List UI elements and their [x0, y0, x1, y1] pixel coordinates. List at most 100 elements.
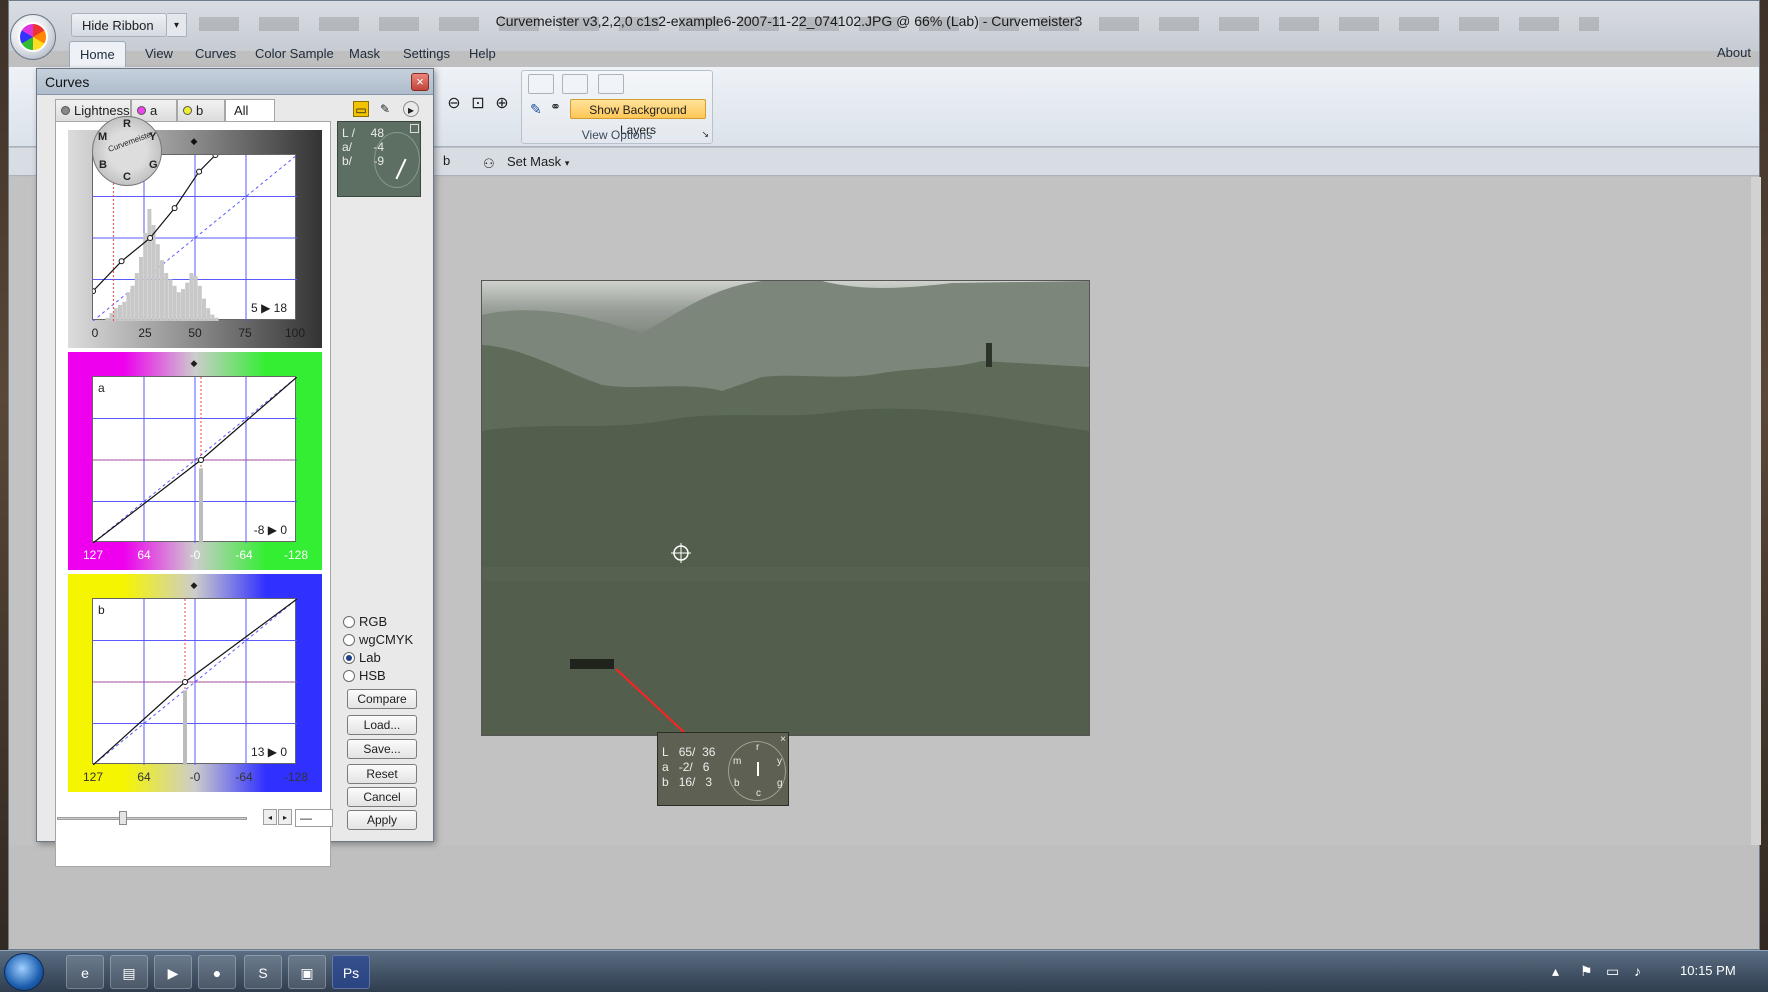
volume-icon[interactable]: ♪ [1634, 963, 1641, 979]
tab-help[interactable]: Help [459, 41, 506, 67]
curvemeister-color-wheel[interactable]: R Y G C B M Curvemeister [92, 116, 162, 186]
network-icon[interactable]: ▭ [1606, 963, 1619, 980]
compare-button[interactable]: Compare [347, 689, 417, 709]
tab-home[interactable]: Home [69, 41, 126, 67]
dial-letter: b [734, 778, 740, 789]
readout-l-row: L /48 [342, 126, 384, 140]
close-icon[interactable]: × [780, 734, 786, 745]
radio-circle [343, 634, 355, 646]
curves-title-bar[interactable]: Curves × [37, 69, 433, 95]
b-curve-graph: ◆ b 13 ▶ 0 127 64 -0 -64 -128 [68, 574, 322, 792]
tab-curves[interactable]: Curves [185, 41, 246, 67]
tab-b-label: b [196, 103, 204, 118]
axis-tick: 75 [238, 326, 252, 340]
axis-tick: -64 [235, 770, 253, 784]
flag-icon[interactable]: ⚑ [1580, 963, 1593, 980]
reset-button[interactable]: Reset [347, 764, 417, 784]
histogram-bar [206, 308, 211, 321]
sample-a-label: a [662, 760, 669, 774]
histogram-bar [197, 285, 202, 321]
spin-left-icon[interactable]: ◂ [263, 809, 277, 825]
load-button[interactable]: Load... [347, 715, 417, 735]
tab-view[interactable]: View [135, 41, 183, 67]
app-orb-icon[interactable] [10, 14, 56, 60]
wheel-letter: M [98, 131, 108, 143]
zoom-group: ⊖ ⊡ ⊕ [441, 67, 519, 141]
lightness-out: 18 [273, 301, 287, 315]
layer-view-icon[interactable] [528, 74, 554, 94]
folder-icon[interactable]: ▭ [353, 101, 369, 117]
curves-panel: ◆ 5 ▶ 18 0 25 50 75 100 R Y G C B M Curv… [55, 116, 331, 867]
tab-color-sample[interactable]: Color Sample [245, 41, 344, 67]
tab-b[interactable]: b [177, 99, 225, 121]
histogram-bar [126, 292, 131, 321]
histogram-bar [199, 468, 203, 543]
ie-icon[interactable]: e [66, 955, 104, 989]
start-button-icon[interactable] [4, 953, 44, 991]
set-mask-button[interactable]: ⚇ Set Mask ▾ [481, 151, 573, 173]
histogram-bar [193, 276, 198, 321]
eyedropper-icon[interactable]: ✎ [530, 101, 546, 117]
window-icon[interactable]: ▣ [288, 955, 326, 989]
zoom-fit-icon[interactable]: ⊡ [467, 93, 489, 115]
tab-all[interactable]: All [225, 99, 275, 123]
media-player-icon[interactable]: ▶ [154, 955, 192, 989]
dial-letter: c [756, 788, 761, 799]
slider-value-field[interactable]: — [295, 809, 333, 827]
b-channel-name: b [98, 603, 105, 617]
top-arrow-icon[interactable]: ◆ [187, 136, 201, 146]
a-plot[interactable]: a -8 ▶ 0 [92, 376, 297, 543]
sample-l-v1: 65/ [678, 745, 696, 759]
mask-glasses-icon[interactable]: ⚭ [550, 99, 568, 115]
explorer-icon[interactable]: ▤ [110, 955, 148, 989]
firefox-icon[interactable]: ● [198, 955, 236, 989]
axis-tick: 64 [137, 770, 151, 784]
mask-view-icon[interactable] [562, 74, 588, 94]
dialog-launcher-icon[interactable]: ↘ [701, 129, 709, 140]
histogram-bar [122, 301, 127, 321]
top-arrow-icon[interactable]: ◆ [187, 580, 201, 590]
tab-settings[interactable]: Settings [393, 41, 460, 67]
skype-icon[interactable]: S [244, 955, 282, 989]
lightness-dot-icon [61, 106, 70, 115]
show-background-layers-button[interactable]: Show Background Layers [570, 99, 706, 137]
photoshop-icon[interactable]: Ps [332, 955, 370, 989]
taskbar: e ▤ ▶ ● S ▣ Ps ▴ ⚑ ▭ ♪ 10:15 PM [0, 950, 1768, 992]
spin-right-icon[interactable]: ▸ [278, 809, 292, 825]
color-sample-readout[interactable]: × L 65/ 36 a -2/ 6 b 16/ 3 r y g c b m [657, 732, 789, 806]
zoom-out-icon[interactable]: ⊖ [443, 93, 465, 115]
slider-thumb[interactable] [119, 811, 127, 825]
cancel-button[interactable]: Cancel [347, 787, 417, 807]
clock[interactable]: 10:15 PM [1680, 963, 1736, 978]
radio-rgb[interactable]: RGB [343, 613, 387, 631]
pin-icon[interactable] [410, 124, 419, 133]
apply-button[interactable]: Apply [347, 810, 417, 830]
top-arrow-icon[interactable]: ◆ [187, 358, 201, 368]
radio-lab[interactable]: Lab [343, 649, 381, 667]
curve-point [171, 205, 178, 212]
eyedropper-icon[interactable]: ✎ [377, 101, 393, 117]
curve-view-icon[interactable] [598, 74, 624, 94]
curves-title: Curves [45, 74, 90, 90]
save-button[interactable]: Save... [347, 739, 417, 759]
about-link[interactable]: About [1717, 45, 1751, 60]
play-icon[interactable]: ▸ [403, 101, 419, 117]
close-icon[interactable]: × [411, 73, 429, 91]
vertical-scrollbar[interactable] [1751, 177, 1761, 845]
radio-hsb[interactable]: HSB [343, 667, 386, 685]
lightness-curve-graph: ◆ 5 ▶ 18 0 25 50 75 100 R Y G C B M Curv… [68, 116, 322, 348]
wheel-letter: G [149, 159, 158, 171]
wheel-letter: R [123, 118, 131, 130]
photo-image[interactable] [481, 280, 1090, 736]
b-plot[interactable]: b 13 ▶ 0 [92, 598, 297, 765]
radio-circle [343, 670, 355, 682]
axis-tick: -64 [235, 548, 253, 562]
zoom-in-icon[interactable]: ⊕ [491, 93, 513, 115]
b-out: 0 [280, 745, 287, 759]
tab-mask[interactable]: Mask [339, 41, 390, 67]
slider-track[interactable] [57, 817, 247, 820]
histogram-bar [164, 273, 169, 321]
radio-wgcmyk[interactable]: wgCMYK [343, 631, 413, 649]
tray-expand-icon[interactable]: ▴ [1552, 963, 1559, 980]
histogram-bar [214, 317, 219, 321]
